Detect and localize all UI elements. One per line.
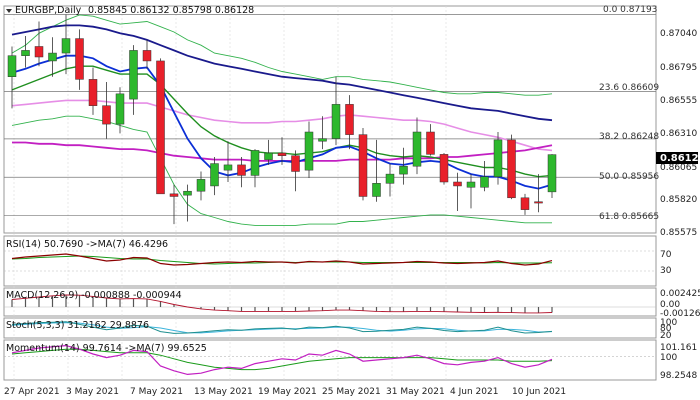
candle-body [453,181,462,187]
candle-body [156,60,165,195]
candle-body [264,152,273,160]
candle-body [169,193,179,197]
candle-body [48,52,57,62]
dropdown-triangle-icon[interactable] [6,9,12,13]
macd-label: MACD(12,26,9) -0.000888 -0.000944 [6,290,182,301]
rsi-label: RSI(14) 50.7690 ->MA(7) 46.4296 [6,239,168,250]
price-axis-label: 0.86555 [660,96,697,106]
macd-level-top: 0.002425 [660,289,700,299]
candle-body [534,201,543,204]
date-label: 27 Apr 2021 [4,387,60,397]
candle-body [129,50,138,100]
ohlc-label: 0.85845 0.86132 0.85798 0.86128 [88,5,254,16]
candle-body [412,131,422,167]
stoch-label: Stoch(5,3,3) 31.2162 29.8876 [6,320,149,331]
candle-body [507,139,516,199]
date-label: 31 May 2021 [386,387,445,397]
momentum-level-100: 100 [660,353,677,363]
candle-body [358,134,368,197]
rsi-line [11,253,553,266]
candle-body [142,50,152,62]
date-label: 7 May 2021 [130,387,183,397]
candle-body [493,139,503,177]
candle-body [520,197,530,210]
price-axis-label: 0.85575 [660,228,697,238]
candle-body [115,93,125,125]
fib-level-618: 61.8 0.85665 [599,212,659,222]
candle-body [223,164,233,171]
price-axis: 0.87040 0.86795 0.86555 0.86310 0.86065 … [660,29,697,238]
candle-body [547,154,557,193]
candle-body [345,104,354,135]
candle-body [318,138,327,142]
candle-body [102,105,111,125]
stoch-level-20: 20 [660,331,672,341]
rsi-level-30: 30 [660,266,672,276]
current-price-label: 0.86128 [660,153,700,164]
candle-body [21,50,30,56]
fib-level-0: 0.0 0.87193 [603,5,657,15]
candle-body [61,38,71,54]
date-label: 10 Jun 2021 [512,387,566,397]
candlesticks [7,14,557,225]
date-label: 4 Jun 2021 [450,387,498,397]
main-panel-frame [3,5,657,234]
candle-body [304,131,314,171]
candle-body [183,190,192,196]
candle-body [385,173,395,184]
date-label: 25 May 2021 [322,387,381,397]
candle-body [291,155,300,172]
candle-body [426,131,435,155]
candle-body [372,183,381,197]
price-chart-svg[interactable]: EURGBP,Daily 0.85845 0.86132 0.85798 0.8… [0,0,700,400]
candle-body [480,176,489,188]
candle-body [34,46,44,58]
chart-window: EURGBP,Daily 0.85845 0.86132 0.85798 0.8… [0,0,700,400]
price-axis-label: 0.86795 [660,63,697,73]
candle-body [88,79,98,106]
candle-body [250,150,260,176]
candle-body [439,154,449,183]
candle-body [331,104,341,139]
date-label: 3 May 2021 [66,387,119,397]
candle-body [399,165,408,175]
momentum-level-bottom: 98.2548 [660,371,697,381]
price-axis-label: 0.86310 [660,129,697,139]
momentum-level-top: 101.161 [660,343,697,353]
candle-body [210,163,219,187]
rsi-level-70: 70 [660,250,672,260]
candle-body [277,152,287,156]
price-axis-label: 0.87040 [660,29,697,39]
date-axis: 27 Apr 2021 3 May 2021 7 May 2021 13 May… [4,387,566,397]
candle-body [237,164,246,176]
fib-level-382: 38.2 0.86248 [599,132,659,142]
candle-body [7,55,17,77]
candle-body [466,181,476,188]
candle-body [75,38,84,80]
candle-body [196,179,206,192]
date-label: 19 May 2021 [258,387,317,397]
fib-level-50: 50.0 0.85956 [599,172,659,182]
symbol-label: EURGBP,Daily [15,5,82,16]
date-label: 13 May 2021 [194,387,253,397]
price-axis-label: 0.85820 [660,195,697,205]
momentum-label: Momentum(14) 99.7614 ->MA(7) 99.6525 [6,343,207,354]
fib-level-236: 23.6 0.86609 [599,83,659,93]
price-axis-label: 0.86065 [660,163,697,173]
